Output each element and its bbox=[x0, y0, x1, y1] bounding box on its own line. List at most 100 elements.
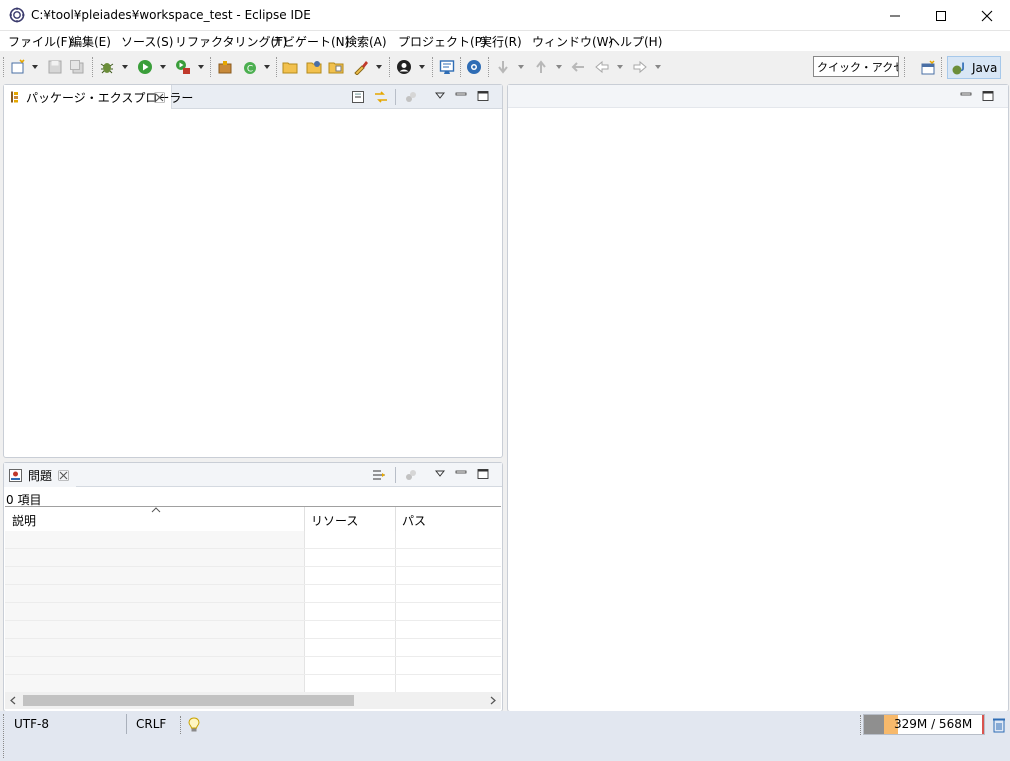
run-dropdown-icon[interactable] bbox=[160, 65, 166, 69]
sort-ascending-icon bbox=[151, 507, 161, 513]
minimize-view-icon[interactable] bbox=[455, 468, 467, 480]
menu-project[interactable]: プロジェクト(P) bbox=[398, 33, 487, 50]
heap-status[interactable]: 329M / 568M bbox=[863, 714, 985, 735]
package-explorer-tabstrip: パッケージ・エクスプローラー bbox=[4, 85, 502, 109]
console-icon[interactable] bbox=[439, 59, 455, 75]
toolbar-separator bbox=[389, 57, 390, 77]
maximize-view-icon[interactable] bbox=[477, 90, 489, 102]
maximize-icon bbox=[936, 10, 946, 21]
package-explorer-panel: パッケージ・エクスプローラー bbox=[3, 84, 503, 458]
toolbar-separator bbox=[904, 57, 905, 77]
external-tools-dropdown-icon[interactable] bbox=[198, 65, 204, 69]
forward-arrow-icon[interactable] bbox=[632, 59, 648, 75]
link-with-editor-icon[interactable] bbox=[373, 89, 389, 105]
lightbulb-icon[interactable] bbox=[188, 717, 200, 733]
toolbar-separator bbox=[432, 57, 433, 77]
menu-help[interactable]: ヘルプ(H) bbox=[608, 33, 662, 50]
menu-run[interactable]: 実行(R) bbox=[480, 33, 522, 50]
table-header: 説明 リソース パス bbox=[5, 507, 501, 531]
column-description[interactable]: 説明 bbox=[12, 512, 36, 529]
new-class-dropdown-icon[interactable] bbox=[264, 65, 270, 69]
scroll-right-icon[interactable] bbox=[489, 696, 497, 705]
row-grid-line bbox=[5, 638, 501, 639]
tab-problems[interactable]: 問題 bbox=[4, 463, 76, 487]
close-tab-icon[interactable] bbox=[154, 92, 165, 103]
maximize-view-icon[interactable] bbox=[477, 468, 489, 480]
next-annotation-dropdown-icon[interactable] bbox=[518, 65, 524, 69]
save-all-icon[interactable] bbox=[69, 59, 85, 75]
heap-committed-bar bbox=[864, 715, 884, 734]
row-grid-line bbox=[5, 548, 501, 549]
row-grid-line bbox=[5, 602, 501, 603]
open-perspective-icon[interactable] bbox=[920, 60, 936, 76]
back-arrow-icon[interactable] bbox=[594, 59, 610, 75]
run-icon[interactable] bbox=[137, 59, 153, 75]
settings-gear-icon[interactable] bbox=[466, 59, 482, 75]
column-divider[interactable] bbox=[395, 507, 396, 531]
close-tab-icon[interactable] bbox=[58, 470, 69, 481]
forward-dropdown-icon[interactable] bbox=[655, 65, 661, 69]
new-java-package-icon[interactable] bbox=[217, 59, 233, 75]
row-grid-line bbox=[5, 656, 501, 657]
menu-navigate[interactable]: ナビゲート(N) bbox=[271, 33, 349, 50]
minimize-button[interactable] bbox=[872, 0, 918, 31]
new-java-class-icon[interactable]: C bbox=[242, 59, 258, 75]
problems-table-body bbox=[5, 531, 501, 693]
debug-dropdown-icon[interactable] bbox=[122, 65, 128, 69]
package-explorer-icon bbox=[11, 91, 18, 103]
last-edit-location-icon[interactable] bbox=[570, 59, 586, 75]
description-column-fill bbox=[5, 531, 304, 693]
new-dropdown-icon[interactable] bbox=[32, 65, 38, 69]
maximize-button[interactable] bbox=[918, 0, 964, 31]
perspective-label: Java bbox=[972, 61, 998, 75]
account-dropdown-icon[interactable] bbox=[419, 65, 425, 69]
focus-on-active-task-icon[interactable] bbox=[371, 467, 387, 483]
maximize-editor-icon[interactable] bbox=[982, 90, 994, 102]
collapse-all-icon[interactable] bbox=[351, 90, 365, 104]
view-menu-icon[interactable] bbox=[435, 91, 445, 101]
toolbar-separator bbox=[941, 57, 942, 77]
file-encoding[interactable]: UTF-8 bbox=[14, 717, 49, 731]
account-icon[interactable] bbox=[396, 59, 412, 75]
search-dropdown-icon[interactable] bbox=[376, 65, 382, 69]
menu-search[interactable]: 検索(A) bbox=[345, 33, 387, 50]
minimize-editor-icon[interactable] bbox=[960, 90, 972, 102]
save-icon[interactable] bbox=[47, 59, 63, 75]
open-task-icon[interactable] bbox=[306, 59, 322, 75]
debug-icon[interactable] bbox=[99, 59, 115, 75]
garbage-collect-trash-icon[interactable] bbox=[992, 717, 1006, 733]
problems-tabstrip: 問題 bbox=[4, 463, 502, 487]
previous-annotation-icon[interactable] bbox=[533, 59, 549, 75]
view-filters-icon[interactable] bbox=[404, 90, 418, 104]
line-delimiter[interactable]: CRLF bbox=[136, 717, 166, 731]
menu-file[interactable]: ファイル(F) bbox=[8, 33, 72, 50]
tab-package-explorer[interactable]: パッケージ・エクスプローラー bbox=[4, 85, 193, 109]
minimize-view-icon[interactable] bbox=[455, 90, 467, 102]
column-divider[interactable] bbox=[304, 507, 305, 531]
menu-source[interactable]: ソース(S) bbox=[121, 33, 173, 50]
run-external-tools-icon[interactable] bbox=[175, 59, 191, 75]
horizontal-scrollbar[interactable] bbox=[5, 692, 501, 709]
status-divider bbox=[126, 714, 127, 734]
view-menu-icon[interactable] bbox=[435, 469, 445, 479]
previous-annotation-dropdown-icon[interactable] bbox=[556, 65, 562, 69]
open-type-icon[interactable] bbox=[282, 59, 298, 75]
tabstrip-separator bbox=[395, 89, 396, 105]
search-brush-icon[interactable] bbox=[353, 59, 369, 75]
scrollbar-thumb[interactable] bbox=[23, 695, 354, 706]
back-dropdown-icon[interactable] bbox=[617, 65, 623, 69]
view-filters-icon[interactable] bbox=[404, 468, 418, 482]
next-annotation-icon[interactable] bbox=[495, 59, 511, 75]
new-icon[interactable] bbox=[10, 59, 26, 75]
close-icon bbox=[981, 10, 993, 21]
scroll-left-icon[interactable] bbox=[9, 696, 17, 705]
quick-access-input[interactable]: クイック・アクセス bbox=[813, 56, 899, 77]
java-perspective-button[interactable]: J Java bbox=[947, 56, 1001, 79]
menu-edit[interactable]: 編集(E) bbox=[70, 33, 111, 50]
status-bar: UTF-8 CRLF 329M / 568M bbox=[0, 711, 1010, 761]
column-path[interactable]: パス bbox=[402, 512, 426, 529]
close-button[interactable] bbox=[964, 0, 1010, 31]
column-resource[interactable]: リソース bbox=[311, 512, 358, 529]
open-resource-icon[interactable] bbox=[328, 59, 344, 75]
menu-window[interactable]: ウィンドウ(W) bbox=[532, 33, 613, 50]
